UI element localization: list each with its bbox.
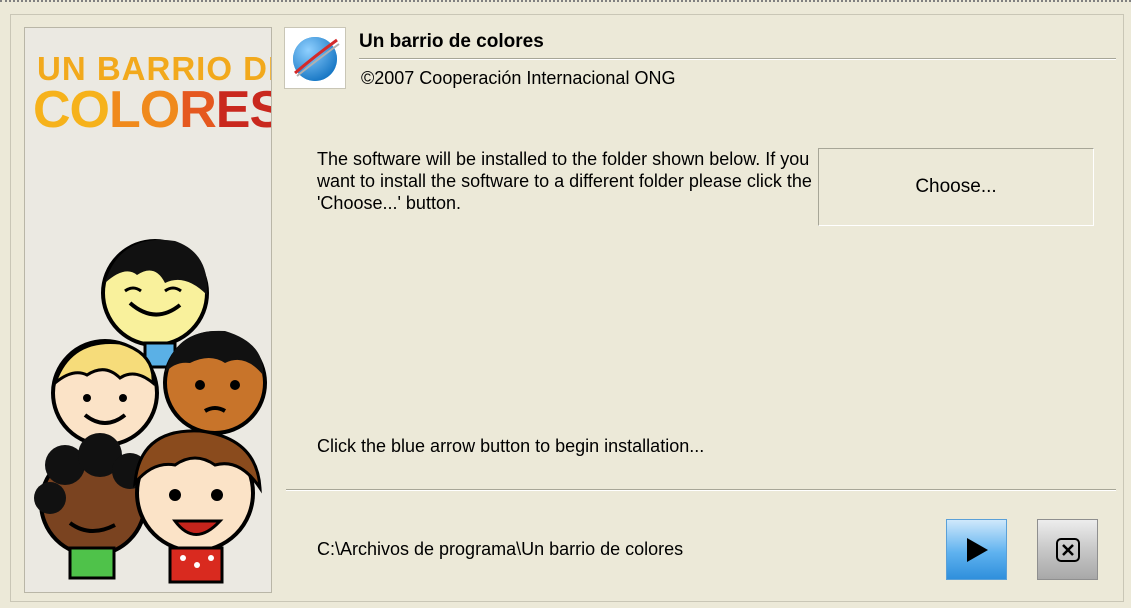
globe-logo-icon bbox=[293, 37, 340, 81]
choose-button-label: Choose... bbox=[915, 176, 997, 197]
banner-title-part: LO bbox=[109, 81, 180, 139]
copyright-text: ©2007 Cooperación Internacional ONG bbox=[361, 68, 676, 88]
play-arrow-icon bbox=[966, 537, 988, 562]
banner-title-part: ES bbox=[215, 81, 271, 139]
banner-title-part: R bbox=[179, 81, 217, 139]
banner-title-line2: COLORES bbox=[33, 80, 271, 140]
app-title: Un barrio de colores bbox=[359, 31, 544, 52]
install-info-text: The software will be installed to the fo… bbox=[317, 149, 812, 213]
begin-install-hint: Click the blue arrow button to begin ins… bbox=[317, 436, 705, 456]
choose-folder-button[interactable]: Choose... bbox=[818, 148, 1094, 226]
close-x-icon bbox=[1055, 537, 1080, 562]
children-illustration bbox=[34, 239, 267, 584]
cancel-button[interactable] bbox=[1037, 519, 1098, 580]
title-divider bbox=[359, 58, 1116, 60]
side-banner: UN BARRIO DE COLORES bbox=[24, 27, 272, 593]
install-button[interactable] bbox=[946, 519, 1007, 580]
banner-title-part: CO bbox=[33, 81, 110, 139]
app-logo bbox=[284, 27, 346, 89]
install-path: C:\Archivos de programa\Un barrio de col… bbox=[317, 539, 684, 559]
bottom-divider bbox=[286, 489, 1116, 491]
